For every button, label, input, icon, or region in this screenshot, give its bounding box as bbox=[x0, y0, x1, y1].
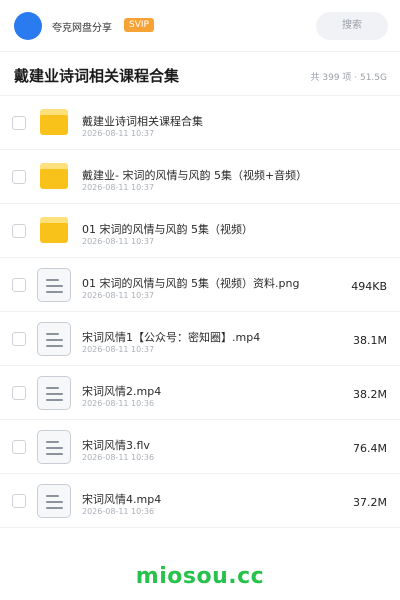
file-size: 37.2M bbox=[353, 496, 387, 509]
file-date: 2026-08-11 10:37 bbox=[82, 345, 155, 354]
file-date: 2026-08-11 10:36 bbox=[82, 399, 155, 408]
document-icon bbox=[37, 430, 71, 464]
file-date: 2026-08-11 10:37 bbox=[82, 291, 155, 300]
item-summary: 共 399 项 · 51.5G bbox=[310, 73, 388, 83]
file-size: 76.4M bbox=[353, 442, 387, 455]
select-checkbox[interactable] bbox=[12, 170, 26, 184]
select-checkbox[interactable] bbox=[12, 440, 26, 454]
file-size: 38.1M bbox=[353, 334, 387, 347]
folder-row[interactable]: 戴建业诗词相关课程合集 2026-08-11 10:37 bbox=[0, 96, 400, 150]
document-icon bbox=[37, 484, 71, 518]
folder-icon bbox=[40, 217, 68, 243]
folder-header: 戴建业诗词相关课程合集 共 399 项 · 51.5G bbox=[0, 52, 400, 96]
file-name[interactable]: 宋词风情4.mp4 bbox=[82, 491, 161, 507]
file-row[interactable]: 01 宋词的风情与风韵 5集（视频）资料.png 2026-08-11 10:37… bbox=[0, 258, 400, 312]
file-name[interactable]: 戴建业诗词相关课程合集 bbox=[82, 113, 203, 129]
brand-watermark: miosou.cc bbox=[135, 564, 265, 589]
file-row[interactable]: 宋词风情4.mp4 2026-08-11 10:36 37.2M bbox=[0, 474, 400, 528]
username[interactable]: 夸克网盘分享 bbox=[52, 19, 112, 34]
file-date: 2026-08-11 10:36 bbox=[82, 507, 155, 516]
file-name[interactable]: 01 宋词的风情与风韵 5集（视频） bbox=[82, 221, 253, 237]
top-bar: 夸克网盘分享 SVIP 搜索 bbox=[0, 0, 400, 52]
file-date: 2026-08-11 10:37 bbox=[82, 237, 155, 246]
folder-row[interactable]: 戴建业- 宋词的风情与风韵 5集（视频+音频） 2026-08-11 10:37 bbox=[0, 150, 400, 204]
footer: miosou.cc bbox=[0, 548, 400, 600]
folder-row[interactable]: 01 宋词的风情与风韵 5集（视频） 2026-08-11 10:37 bbox=[0, 204, 400, 258]
file-date: 2026-08-11 10:36 bbox=[82, 453, 155, 462]
select-checkbox[interactable] bbox=[12, 224, 26, 238]
folder-icon bbox=[40, 163, 68, 189]
file-name[interactable]: 01 宋词的风情与风韵 5集（视频）资料.png bbox=[82, 275, 299, 291]
select-checkbox[interactable] bbox=[12, 278, 26, 292]
file-date: 2026-08-11 10:37 bbox=[82, 183, 155, 192]
document-icon bbox=[37, 322, 71, 356]
file-row[interactable]: 宋词风情2.mp4 2026-08-11 10:36 38.2M bbox=[0, 366, 400, 420]
page-title: 戴建业诗词相关课程合集 bbox=[14, 67, 180, 85]
file-row[interactable]: 宋词风情3.flv 2026-08-11 10:36 76.4M bbox=[0, 420, 400, 474]
avatar[interactable] bbox=[14, 12, 42, 40]
document-icon bbox=[37, 376, 71, 410]
document-icon bbox=[37, 268, 71, 302]
select-checkbox[interactable] bbox=[12, 332, 26, 346]
select-checkbox[interactable] bbox=[12, 494, 26, 508]
file-name[interactable]: 宋词风情1【公众号：密知圈】.mp4 bbox=[82, 329, 260, 345]
search-button[interactable]: 搜索 bbox=[316, 12, 388, 40]
file-date: 2026-08-11 10:37 bbox=[82, 129, 155, 138]
svip-badge: SVIP bbox=[124, 18, 154, 32]
file-name[interactable]: 戴建业- 宋词的风情与风韵 5集（视频+音频） bbox=[82, 167, 307, 183]
folder-icon bbox=[40, 109, 68, 135]
file-name[interactable]: 宋词风情3.flv bbox=[82, 437, 150, 453]
file-row[interactable]: 宋词风情1【公众号：密知圈】.mp4 2026-08-11 10:37 38.1M bbox=[0, 312, 400, 366]
file-size: 38.2M bbox=[353, 388, 387, 401]
select-checkbox[interactable] bbox=[12, 116, 26, 130]
file-list: 戴建业诗词相关课程合集 2026-08-11 10:37 戴建业- 宋词的风情与风韵… bbox=[0, 96, 400, 528]
file-size: 494KB bbox=[351, 280, 387, 293]
file-name[interactable]: 宋词风情2.mp4 bbox=[82, 383, 161, 399]
select-checkbox[interactable] bbox=[12, 386, 26, 400]
